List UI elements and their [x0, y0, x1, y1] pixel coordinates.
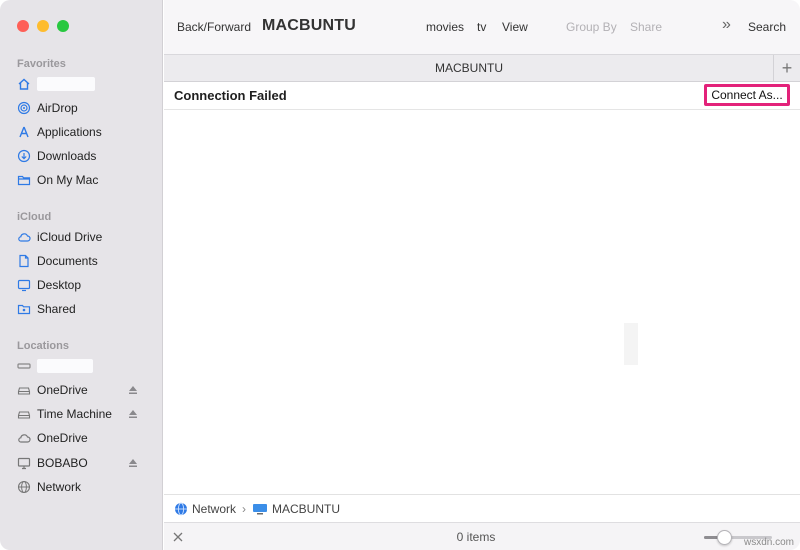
- tab-bar: MACBUNTU +: [164, 54, 800, 82]
- sidebar-item-downloads[interactable]: Downloads: [17, 146, 147, 166]
- airdrop-icon: [17, 101, 31, 115]
- toolbar-overflow-icon[interactable]: »: [722, 16, 731, 34]
- sidebar-item-desktop[interactable]: Desktop: [17, 275, 147, 295]
- path-segment-label: MACBUNTU: [272, 501, 341, 516]
- sidebar-item-label: Shared: [37, 302, 76, 316]
- share-button[interactable]: Share: [630, 20, 662, 34]
- sidebar-item-shared[interactable]: Shared: [17, 299, 147, 319]
- globe-icon: [175, 502, 187, 515]
- sidebar-item-label: Documents: [37, 254, 98, 268]
- eject-icon[interactable]: [127, 408, 139, 420]
- sidebar-item-onedrive-volume[interactable]: OneDrive: [17, 380, 147, 400]
- view-button[interactable]: View: [502, 20, 528, 34]
- zoom-window-button[interactable]: [57, 20, 69, 32]
- globe-icon: [17, 480, 31, 494]
- sidebar-item-documents[interactable]: Documents: [17, 251, 147, 271]
- search-button[interactable]: Search: [748, 20, 786, 34]
- path-segment-label: Network: [192, 501, 237, 516]
- item-count: 0 items: [456, 530, 496, 544]
- sidebar-item-label: OneDrive: [37, 431, 88, 445]
- document-icon: [17, 254, 31, 268]
- cloud-icon: [17, 230, 31, 244]
- sidebar-item-on-my-mac[interactable]: On My Mac: [17, 170, 147, 190]
- slider-knob[interactable]: [717, 530, 732, 545]
- minimize-window-button[interactable]: [37, 20, 49, 32]
- tv-button[interactable]: tv: [477, 20, 486, 34]
- desktop-icon: [17, 278, 31, 292]
- path-bar: Network › MACBUNTU: [164, 494, 800, 522]
- path-segment-macbuntu[interactable]: MACBUNTU: [252, 502, 340, 516]
- back-forward-button[interactable]: Back/Forward: [177, 20, 251, 34]
- applications-icon: [17, 125, 31, 139]
- sidebar-item-label: BOBABO: [37, 456, 88, 470]
- eject-icon[interactable]: [127, 384, 139, 396]
- sidebar-item-applications[interactable]: Applications: [17, 122, 147, 142]
- connection-failed-message: Connection Failed: [174, 88, 287, 103]
- drive-icon: [17, 407, 31, 421]
- sidebar: Favorites AirDrop Applications Downloads: [0, 0, 163, 550]
- sidebar-item-label: Downloads: [37, 149, 97, 163]
- eject-icon[interactable]: [127, 457, 139, 469]
- sidebar-item-icloud-drive[interactable]: iCloud Drive: [17, 227, 147, 247]
- cloud-icon: [17, 431, 31, 445]
- background-artifact: [624, 323, 638, 365]
- finder-window: Favorites AirDrop Applications Downloads: [0, 0, 800, 550]
- close-window-button[interactable]: [17, 20, 29, 32]
- sidebar-item-label: [37, 77, 95, 91]
- monitor-icon: [253, 503, 268, 514]
- tab-macbuntu[interactable]: MACBUNTU: [164, 61, 774, 75]
- sidebar-item-time-machine[interactable]: Time Machine: [17, 404, 147, 424]
- downloads-icon: [17, 149, 31, 163]
- sidebar-item-label: On My Mac: [37, 173, 99, 187]
- status-bar: 0 items: [164, 522, 800, 550]
- sidebar-item-network[interactable]: Network: [17, 477, 147, 497]
- file-list-area[interactable]: [164, 111, 800, 494]
- sidebar-item-label: Time Machine: [37, 407, 112, 421]
- sidebar-item-airdrop[interactable]: AirDrop: [17, 98, 147, 118]
- sidebar-item-local-drive[interactable]: [17, 356, 147, 376]
- window-controls: [17, 20, 69, 32]
- sidebar-item-label: Applications: [37, 125, 102, 139]
- path-separator: ›: [242, 501, 247, 516]
- favorites-section-title: Favorites: [17, 58, 66, 70]
- home-icon: [17, 77, 31, 91]
- drive-icon: [17, 359, 31, 373]
- path-segment-network[interactable]: Network: [174, 502, 236, 516]
- monitor-icon: [17, 456, 31, 470]
- connection-banner: Connection Failed Connect As...: [164, 82, 800, 110]
- movies-button[interactable]: movies: [426, 20, 464, 34]
- sidebar-item-label: OneDrive: [37, 383, 88, 397]
- icloud-section-title: iCloud: [17, 211, 52, 223]
- locations-section-title: Locations: [17, 340, 69, 352]
- watermark-text: wsxdn.com: [743, 537, 794, 548]
- drive-icon: [17, 383, 31, 397]
- sidebar-item-label: Desktop: [37, 278, 82, 292]
- toolbar: Back/Forward MACBUNTU movies tv View Gro…: [164, 0, 800, 54]
- sidebar-item-onedrive-cloud[interactable]: OneDrive: [17, 428, 147, 448]
- connect-as-button[interactable]: Connect As...: [704, 84, 790, 106]
- sidebar-item-home[interactable]: [17, 74, 147, 94]
- new-tab-button[interactable]: +: [773, 55, 800, 81]
- sidebar-item-label: AirDrop: [37, 101, 78, 115]
- folder-icon: [17, 173, 31, 187]
- sidebar-item-label: [37, 359, 93, 373]
- shared-folder-icon: [17, 302, 31, 316]
- sidebar-item-label: Network: [37, 480, 82, 494]
- group-by-button[interactable]: Group By: [566, 20, 617, 34]
- sidebar-item-bobabo[interactable]: BOBABO: [17, 453, 147, 473]
- window-title: MACBUNTU: [262, 17, 357, 34]
- sidebar-item-label: iCloud Drive: [37, 230, 103, 244]
